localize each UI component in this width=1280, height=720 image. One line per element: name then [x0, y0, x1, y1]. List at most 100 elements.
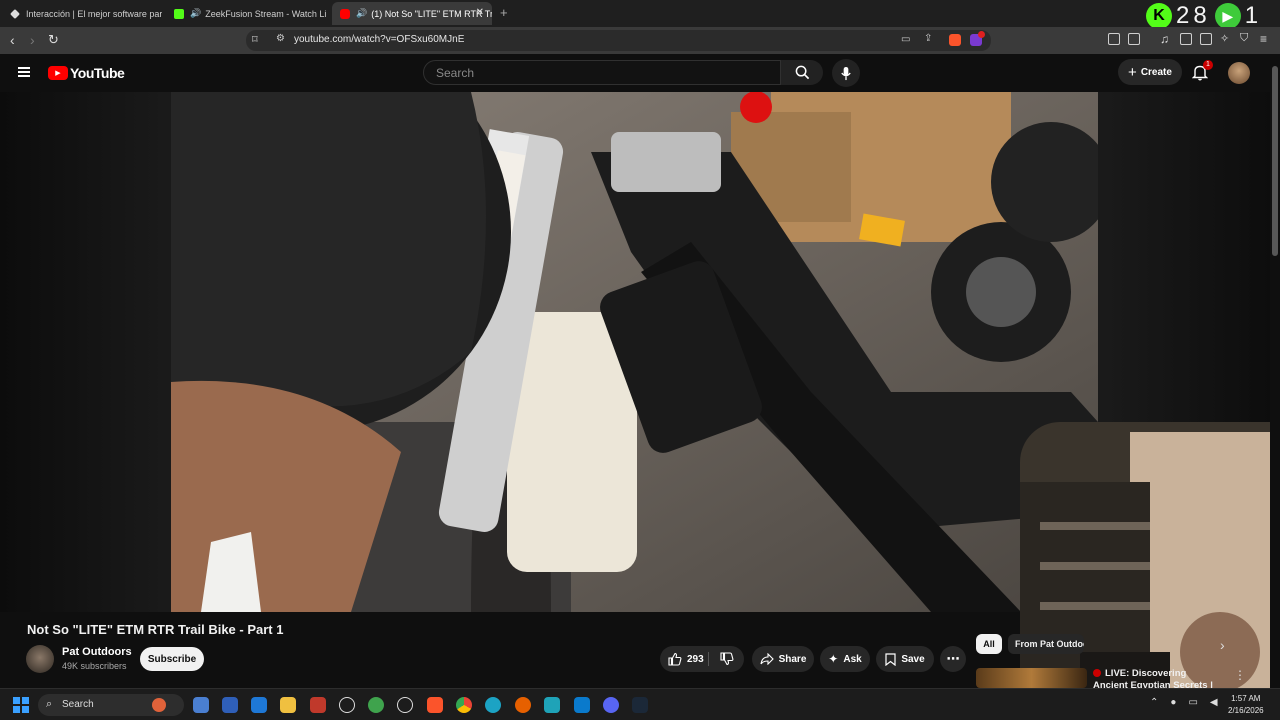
youtube-logo[interactable]: ▶ YouTube [48, 65, 125, 81]
url-text[interactable]: youtube.com/watch?v=OFSxu60MJnE [294, 34, 464, 45]
vscode-icon[interactable] [574, 697, 590, 713]
youtube-play-icon: ▶ [48, 66, 68, 80]
extensions-icon[interactable] [1108, 33, 1120, 45]
like-dislike-group: 293 [660, 646, 744, 672]
brave-shields-icon[interactable] [949, 34, 961, 46]
save-button[interactable]: Save [876, 646, 934, 672]
like-divider [708, 652, 709, 666]
screenshot-icon[interactable] [1128, 33, 1140, 45]
taskbar-clock[interactable]: 1:57 AM 2/16/2026 [1228, 693, 1264, 717]
create-button[interactable]: + Create [1118, 59, 1182, 85]
windows-start-icon[interactable] [13, 697, 29, 713]
video-player[interactable] [0, 92, 1270, 688]
diamond-icon [10, 8, 20, 19]
overlay-counter-value-2: 1 [1244, 2, 1263, 29]
clock-date: 2/16/2026 [1228, 706, 1264, 715]
page-scrollbar[interactable] [1270, 54, 1280, 688]
dislike-button[interactable] [720, 652, 734, 669]
more-actions-button[interactable]: ⋯ [940, 646, 966, 672]
tab-title: ZeekFusion Stream - Watch Live o [205, 8, 326, 19]
sparkle-icon: ✦ [828, 652, 839, 666]
more-horizontal-icon: ⋯ [946, 651, 960, 666]
chrome-icon[interactable] [456, 697, 472, 713]
create-label: Create [1140, 66, 1172, 78]
chip-from-channel[interactable]: From Pat Outdoors [1008, 634, 1084, 654]
tab-interaccion[interactable]: Interacción | El mejor software para p [2, 2, 162, 25]
scrollbar-thumb[interactable] [1272, 66, 1278, 256]
youtube-logo-text: YouTube [70, 65, 125, 81]
taskbar-app-icon[interactable] [193, 697, 209, 713]
volume-icon[interactable]: ◀ [1210, 697, 1218, 708]
clock-time: 1:57 AM [1231, 694, 1261, 703]
vpn-icon[interactable]: ⛉ [1240, 32, 1248, 45]
taskbar-app-icon[interactable] [251, 697, 267, 713]
thumbs-up-icon [668, 652, 682, 666]
forward-icon[interactable]: › [30, 32, 35, 48]
channel-name[interactable]: Pat Outdoors [62, 646, 132, 658]
speaker-icon: 🔊 [190, 8, 202, 18]
share-page-icon[interactable]: ⇪ [924, 33, 932, 44]
file-explorer-icon[interactable] [280, 697, 296, 713]
chip-all[interactable]: All [976, 634, 1002, 654]
video-title: Not So "LITE" ETM RTR Trail Bike - Part … [27, 622, 284, 637]
kick-icon [174, 8, 184, 19]
address-bar[interactable]: ⌑ ⚙ youtube.com/watch?v=OFSxu60MJnE ▭ ⇪ [246, 30, 991, 51]
ask-button[interactable]: ✦ Ask [820, 646, 870, 672]
recommendation-menu-icon[interactable]: ⋮ [1234, 668, 1246, 682]
tab-title: (1) Not So "LITE" ETM RTR Tra [371, 8, 492, 19]
taskbar-app-icon[interactable] [222, 697, 238, 713]
speaker-icon: 🔊 [356, 8, 368, 18]
browser-nav-bar: ‹ › ↻ ⌑ ⚙ youtube.com/watch?v=OFSxu60MJn… [0, 27, 1280, 54]
taskbar-search-box[interactable]: ⌕ Search [38, 694, 184, 716]
tab-zeekfusion[interactable]: 🔊 ZeekFusion Stream - Watch Live o [166, 2, 326, 25]
discord-icon[interactable] [603, 697, 619, 713]
edge-icon[interactable] [485, 697, 501, 713]
share-button[interactable]: Share [752, 646, 814, 672]
cast-icon[interactable]: ▭ [901, 34, 910, 45]
taskbar-search-icon: ⌕ [46, 698, 53, 710]
wallet-icon[interactable] [1200, 33, 1212, 45]
tray-chevron-icon[interactable]: ⌃ [1150, 697, 1158, 708]
taskbar-app-icon[interactable] [368, 697, 384, 713]
search-input[interactable]: Search [423, 60, 781, 85]
new-tab-button[interactable]: + [500, 5, 508, 20]
windows-taskbar: ⌕ Search ⌃ ● ▭ ◀ 1:57 AM 2/16/2026 [0, 688, 1280, 720]
bookmark-save-icon [885, 652, 896, 666]
brave-browser-icon[interactable] [427, 697, 443, 713]
music-icon[interactable]: ♫ [1160, 32, 1169, 46]
sidebar-toggle-icon[interactable] [1180, 33, 1192, 45]
back-icon[interactable]: ‹ [10, 32, 15, 48]
share-icon [760, 653, 774, 665]
video-frame[interactable] [171, 92, 1098, 612]
microphone-icon [841, 66, 851, 80]
like-button[interactable]: 293 [668, 652, 704, 666]
youtube-header: ▶ YouTube Search + Create 1 [0, 54, 1280, 92]
firefox-icon[interactable] [515, 697, 531, 713]
subscribe-button[interactable]: Subscribe [140, 647, 204, 671]
user-avatar[interactable] [1228, 62, 1250, 84]
browser-menu-icon[interactable]: ≡ [1260, 32, 1267, 46]
recommendation-title[interactable]: LIVE: Discovering Ancient Egyptian Secre… [1093, 668, 1218, 688]
voice-search-button[interactable] [832, 59, 860, 87]
search-button[interactable] [781, 60, 823, 85]
taskbar-app-icon[interactable] [397, 697, 413, 713]
reload-icon[interactable]: ↻ [48, 32, 59, 48]
tab-youtube-active[interactable]: 🔊 (1) Not So "LITE" ETM RTR Tra ✕ [332, 2, 492, 25]
tab-title: Interacción | El mejor software para p [26, 8, 162, 19]
channel-avatar[interactable] [26, 645, 54, 673]
steam-icon[interactable] [632, 697, 648, 713]
bookmark-icon[interactable]: ⌑ [252, 33, 258, 46]
chips-next-icon[interactable]: › [1220, 637, 1225, 653]
tray-app-icon[interactable]: ● [1170, 697, 1176, 708]
arduino-icon[interactable] [544, 697, 560, 713]
recommendation-thumbnail[interactable] [976, 668, 1087, 688]
recommendation-title-text: LIVE: Discovering Ancient Egyptian Secre… [1093, 668, 1213, 688]
network-icon[interactable]: ▭ [1188, 697, 1197, 708]
ask-label: Ask [843, 653, 862, 665]
close-tab-icon[interactable]: ✕ [476, 7, 484, 18]
site-info-icon[interactable]: ⚙ [276, 33, 285, 44]
taskbar-app-icon[interactable] [310, 697, 326, 713]
hamburger-menu-icon[interactable] [18, 67, 30, 77]
leo-ai-icon[interactable]: ✧ [1220, 32, 1229, 45]
taskbar-app-icon[interactable] [339, 697, 355, 713]
